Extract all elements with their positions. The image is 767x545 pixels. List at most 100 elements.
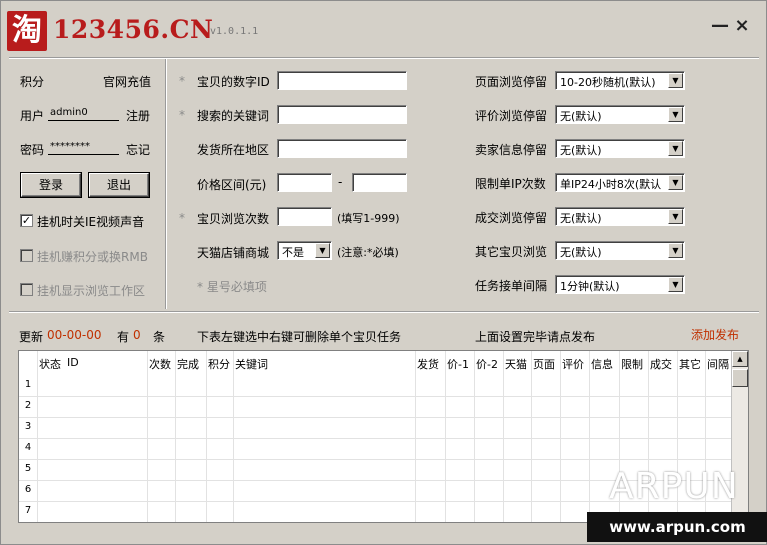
chevron-down-icon[interactable]: ▼ xyxy=(668,107,683,122)
chevron-down-icon[interactable]: ▼ xyxy=(668,209,683,224)
price-separator: - xyxy=(338,175,343,189)
logout-button[interactable]: 退出 xyxy=(89,173,149,197)
table-row-number[interactable]: 4 xyxy=(19,442,37,453)
price-max-input[interactable] xyxy=(352,173,407,192)
setting-select[interactable]: 1分钟(默认) ▼ xyxy=(555,275,685,294)
grid-column-line xyxy=(233,351,234,522)
price-range-label: 价格区间(元) xyxy=(197,178,267,192)
minimize-button[interactable]: — xyxy=(711,17,729,35)
column-header[interactable]: 页面 xyxy=(533,356,555,372)
grid-row-line xyxy=(19,459,733,460)
column-header[interactable]: 状态 xyxy=(39,356,61,372)
tmall-label: 天猫店铺商城 xyxy=(197,246,270,260)
grid-column-line xyxy=(474,351,475,522)
points-label: 积分 xyxy=(20,75,45,89)
table-row-number[interactable]: 1 xyxy=(19,379,37,390)
chevron-down-icon[interactable]: ▼ xyxy=(668,277,683,292)
setting-select[interactable]: 10-20秒随机(默认) ▼ xyxy=(555,71,685,90)
column-header[interactable]: 信息 xyxy=(591,356,613,372)
keyword-label: 搜索的关键词 xyxy=(197,109,270,123)
update-value: 00-00-00 xyxy=(47,328,102,342)
setting-label: 其它宝贝浏览 xyxy=(475,245,548,259)
setting-select[interactable]: 单IP24小时8次(默认 ▼ xyxy=(555,173,685,192)
watermark-brand: ARPUN xyxy=(609,466,739,507)
grid-column-line xyxy=(531,351,532,522)
recharge-link[interactable]: 官网充值 xyxy=(103,73,151,90)
earn-points-checkbox xyxy=(20,249,33,262)
register-link[interactable]: 注册 xyxy=(126,107,150,124)
column-header[interactable]: 评价 xyxy=(562,356,584,372)
close-button[interactable]: × xyxy=(733,17,751,35)
table-row-number[interactable]: 6 xyxy=(19,484,37,495)
column-header[interactable]: 关键词 xyxy=(235,356,268,372)
column-header[interactable]: 价-2 xyxy=(476,356,498,372)
grid-column-line xyxy=(206,351,207,522)
table-row-number[interactable]: 7 xyxy=(19,505,37,516)
column-header[interactable]: 其它 xyxy=(679,356,701,372)
mute-label: 挂机时关IE视频声音 xyxy=(37,215,145,229)
column-header[interactable]: 限制 xyxy=(621,356,643,372)
table-row-number[interactable]: 2 xyxy=(19,400,37,411)
mute-checkbox[interactable]: ✓ xyxy=(20,214,33,227)
watermark-url: www.arpun.com xyxy=(587,512,767,542)
grid-column-line xyxy=(589,351,590,522)
table-row-number[interactable]: 5 xyxy=(19,463,37,474)
grid-row-line xyxy=(19,438,733,439)
password-label: 密码 xyxy=(20,143,45,157)
chevron-down-icon[interactable]: ▼ xyxy=(668,243,683,258)
publish-hint: 上面设置完毕请点发布 xyxy=(475,330,596,344)
setting-select-value: 10-20秒随机(默认) xyxy=(560,76,656,89)
grid-row-line xyxy=(19,417,733,418)
browse-count-hint: (填写1-999) xyxy=(337,212,400,225)
user-label: 用户 xyxy=(20,109,45,123)
earn-points-label: 挂机赚积分或换RMB xyxy=(37,250,148,264)
forgot-link[interactable]: 忘记 xyxy=(126,141,150,158)
column-header[interactable]: 天猫 xyxy=(505,356,527,372)
add-publish-link[interactable]: 添加发布 xyxy=(691,326,739,343)
keyword-input[interactable] xyxy=(277,105,407,124)
chevron-down-icon[interactable]: ▼ xyxy=(668,141,683,156)
version-label: v1.0.1.1 xyxy=(210,26,259,37)
column-header[interactable]: 价-1 xyxy=(447,356,469,372)
column-header[interactable]: 发货 xyxy=(417,356,439,372)
required-note: * 星号必填项 xyxy=(197,280,267,294)
login-button[interactable]: 登录 xyxy=(21,173,81,197)
tmall-select[interactable]: 不是 ▼ xyxy=(277,241,332,260)
grid-column-line xyxy=(560,351,561,522)
update-label: 更新 xyxy=(19,330,44,344)
grid-column-line xyxy=(175,351,176,522)
price-min-input[interactable] xyxy=(277,173,332,192)
setting-label: 页面浏览停留 xyxy=(475,75,548,89)
username-input[interactable] xyxy=(48,105,119,121)
setting-label: 任务接单间隔 xyxy=(475,279,548,293)
tmall-select-value: 不是 xyxy=(282,246,304,259)
setting-label: 评价浏览停留 xyxy=(475,109,548,123)
chevron-down-icon[interactable]: ▼ xyxy=(668,73,683,88)
column-header[interactable]: 积分 xyxy=(208,356,230,372)
table-row-number[interactable]: 3 xyxy=(19,421,37,432)
column-header[interactable]: 次数 xyxy=(149,356,171,372)
grid-column-line xyxy=(445,351,446,522)
setting-select[interactable]: 无(默认) ▼ xyxy=(555,207,685,226)
setting-label: 限制单IP次数 xyxy=(475,177,546,191)
delete-hint: 下表左键选中右键可删除单个宝贝任务 xyxy=(197,330,402,344)
setting-select[interactable]: 无(默认) ▼ xyxy=(555,105,685,124)
setting-select-value: 1分钟(默认) xyxy=(560,280,620,293)
column-header[interactable]: 成交 xyxy=(650,356,672,372)
setting-select[interactable]: 无(默认) ▼ xyxy=(555,139,685,158)
column-header[interactable]: 间隔 xyxy=(707,356,729,372)
setting-select[interactable]: 无(默认) ▼ xyxy=(555,241,685,260)
column-header[interactable]: 完成 xyxy=(177,356,199,372)
browse-count-input[interactable] xyxy=(277,207,332,226)
location-input[interactable] xyxy=(277,139,407,158)
chevron-down-icon[interactable]: ▼ xyxy=(315,243,330,258)
chevron-down-icon[interactable]: ▼ xyxy=(668,175,683,190)
location-label: 发货所在地区 xyxy=(197,143,270,157)
scroll-thumb[interactable] xyxy=(732,369,748,387)
browse-count-label: 宝贝浏览次数 xyxy=(197,212,270,226)
tmall-hint: (注意:*必填) xyxy=(337,246,399,259)
password-input[interactable] xyxy=(48,139,119,155)
scroll-up-icon[interactable]: ▲ xyxy=(732,351,748,367)
item-id-input[interactable] xyxy=(277,71,407,90)
column-header[interactable]: ID xyxy=(67,356,79,369)
